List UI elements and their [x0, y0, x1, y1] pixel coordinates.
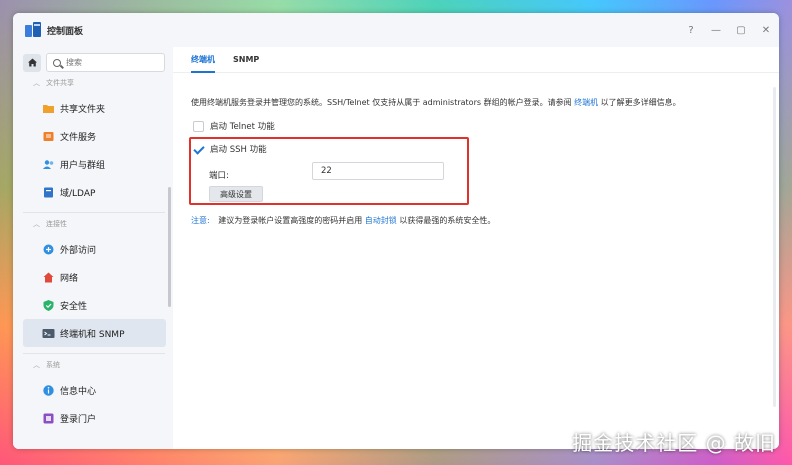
chevron-up-icon: ︿	[33, 361, 40, 369]
sidebar-item[interactable]: 终端机和 SNMP	[23, 319, 166, 347]
sidebar-item[interactable]: 共享文件夹	[23, 94, 166, 122]
watermark: 掘金技术社区 @ 故旧	[572, 431, 776, 455]
telnet-label: 启动 Telnet 功能	[210, 122, 275, 132]
main-panel: 终端机 SNMP 使用终端机服务登录并管理您的系统。SSH/Telnet 仅支持…	[173, 47, 779, 449]
note-suffix: 以获得最强的系统安全性。	[399, 216, 496, 225]
note-label: 注意:	[191, 216, 210, 225]
sidebar-item[interactable]: 网络	[23, 263, 166, 291]
maximize-icon[interactable]: ▢	[736, 25, 746, 36]
port-label: 端口:	[209, 171, 229, 181]
sidebar-item[interactable]: 外部访问	[23, 235, 166, 263]
note-text: 建议为登录帐户设置高强度的密码并启用	[218, 216, 363, 225]
home-button[interactable]	[23, 53, 41, 72]
search-box[interactable]	[46, 53, 165, 72]
home-icon	[27, 58, 37, 67]
sidebar-group-label: 连接性	[46, 220, 67, 228]
sidebar: ︿ 文件共享共享文件夹文件服务用户与群组域/LDAP ︿ 连接性外部访问网络安全性终端…	[13, 47, 173, 449]
terminal-help-link[interactable]: 终端机	[574, 98, 598, 107]
tab-terminal[interactable]: 终端机	[191, 47, 215, 73]
window-title: 控制面板	[47, 26, 84, 37]
sidebar-group-header[interactable]: ︿ 文件共享	[13, 72, 173, 94]
ssh-label: 启动 SSH 功能	[210, 145, 267, 155]
main-scrollbar[interactable]	[773, 87, 776, 407]
sidebar-item[interactable]: 用户与群组	[23, 150, 166, 178]
network-icon	[42, 271, 55, 284]
sidebar-groups: ︿ 文件共享共享文件夹文件服务用户与群组域/LDAP ︿ 连接性外部访问网络安全性终端…	[13, 72, 173, 432]
sidebar-group-label: 文件共享	[46, 79, 74, 87]
security-shield-icon	[42, 299, 55, 312]
sidebar-item[interactable]: 信息中心	[23, 376, 166, 404]
sidebar-toolbar	[13, 47, 173, 72]
sidebar-item-label: 域/LDAP	[60, 188, 96, 199]
window-controls: ? — ▢ ✕	[686, 13, 771, 47]
auto-block-link[interactable]: 自动封锁	[365, 216, 397, 225]
sidebar-group-header[interactable]: ︿ 连接性	[13, 213, 173, 235]
minimize-icon[interactable]: —	[711, 25, 721, 36]
external-access-icon	[42, 243, 55, 256]
sidebar-group-header[interactable]: ︿ 系统	[13, 354, 173, 376]
sidebar-item-label: 文件服务	[60, 132, 97, 143]
search-icon	[53, 58, 61, 67]
sidebar-item[interactable]: 域/LDAP	[23, 178, 166, 206]
chevron-up-icon: ︿	[33, 220, 40, 228]
tab-snmp[interactable]: SNMP	[233, 47, 259, 73]
title-bar: 控制面板 ? — ▢ ✕	[13, 13, 779, 47]
sidebar-item[interactable]: 登录门户	[23, 404, 166, 432]
sidebar-item-label: 用户与群组	[60, 160, 106, 171]
sidebar-group-label: 系统	[46, 361, 60, 369]
terminal-description: 使用终端机服务登录并管理您的系统。SSH/Telnet 仅支持从属于 admin…	[191, 97, 681, 108]
chevron-up-icon: ︿	[33, 79, 40, 87]
sidebar-item[interactable]: 安全性	[23, 291, 166, 319]
help-icon[interactable]: ?	[686, 25, 696, 36]
ssh-option[interactable]: 启动 SSH 功能	[193, 143, 267, 155]
sidebar-item-label: 信息中心	[60, 386, 97, 397]
user-group-icon	[42, 158, 55, 171]
telnet-option[interactable]: 启动 Telnet 功能	[193, 120, 275, 132]
sidebar-scrollbar[interactable]	[168, 187, 171, 307]
port-input[interactable]	[312, 162, 444, 180]
shared-folder-icon	[42, 102, 55, 115]
terminal-icon	[42, 327, 55, 340]
sidebar-item-label: 共享文件夹	[60, 104, 106, 115]
telnet-checkbox[interactable]	[193, 120, 204, 132]
control-panel-window: 控制面板 ? — ▢ ✕ ︿ 文件共享共享文件夹文件服务用户与群组域/LDAP ︿ 连…	[13, 13, 779, 449]
login-portal-icon	[42, 412, 55, 425]
advanced-settings-button[interactable]: 高级设置	[209, 186, 263, 202]
security-note: 注意: 建议为登录帐户设置高强度的密码并启用 自动封锁 以获得最强的系统安全性。	[191, 215, 495, 226]
sidebar-item-label: 网络	[60, 273, 79, 284]
description-text: 使用终端机服务登录并管理您的系统。SSH/Telnet 仅支持从属于 admin…	[191, 98, 572, 107]
close-icon[interactable]: ✕	[761, 25, 771, 36]
tab-bar: 终端机 SNMP	[173, 47, 779, 73]
sidebar-item-label: 终端机和 SNMP	[60, 329, 125, 340]
description-suffix: 以了解更多详细信息。	[600, 98, 681, 107]
file-services-icon	[42, 130, 55, 143]
sidebar-item-label: 外部访问	[60, 245, 97, 256]
info-center-icon	[42, 384, 55, 397]
search-input[interactable]	[66, 58, 156, 67]
domain-ldap-icon	[42, 186, 55, 199]
sidebar-item-label: 安全性	[60, 301, 88, 312]
control-panel-icon	[25, 22, 41, 38]
sidebar-item-label: 登录门户	[60, 414, 97, 425]
ssh-checkbox[interactable]	[193, 144, 204, 155]
sidebar-item[interactable]: 文件服务	[23, 122, 166, 150]
